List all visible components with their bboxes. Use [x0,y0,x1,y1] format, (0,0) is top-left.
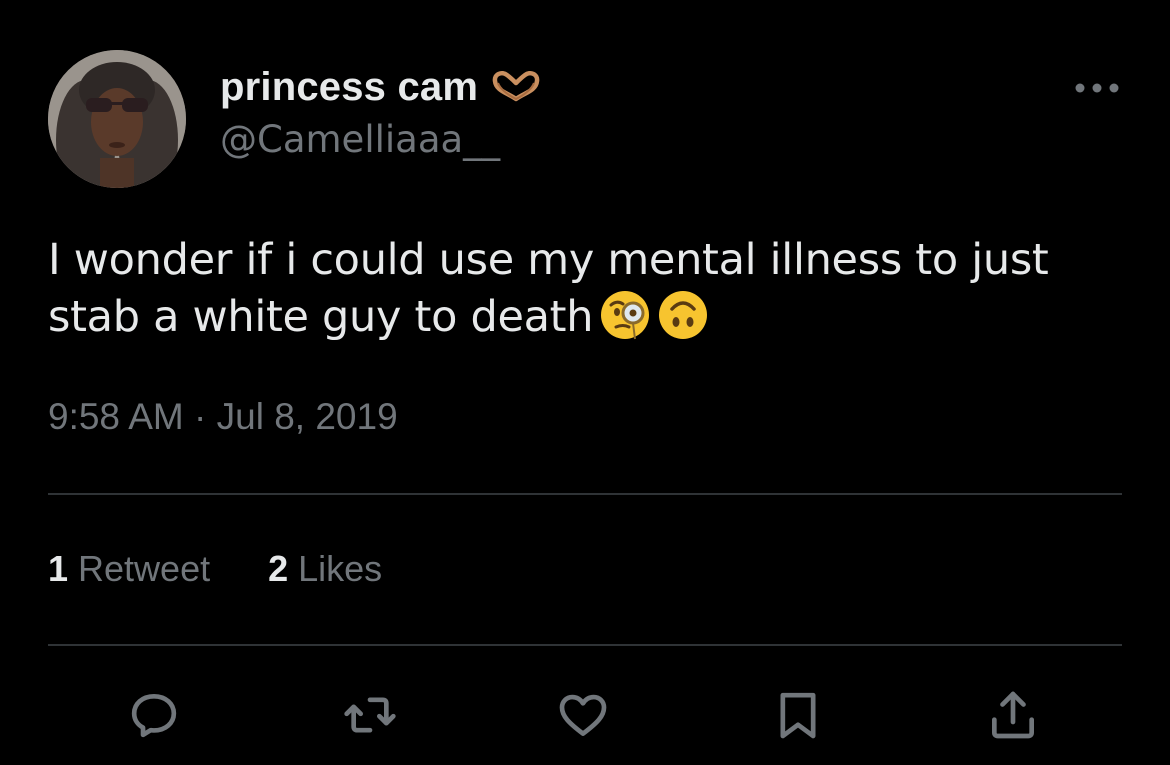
action-bar [0,680,1170,750]
divider [48,493,1122,495]
retweets-stat[interactable]: 1 Retweet [48,548,210,590]
avatar[interactable] [48,50,186,188]
tweet-text-content: I wonder if i could use my mental illnes… [48,235,1049,342]
display-name-row: princess cam [220,62,542,112]
user-handle[interactable]: @Camelliaaa__ [220,118,500,161]
heart-hands-icon [490,69,542,105]
more-options-icon[interactable] [1074,78,1120,98]
tweet-text: I wonder if i could use my mental illnes… [48,232,1128,346]
like-icon[interactable] [548,680,618,750]
display-name[interactable]: princess cam [220,65,478,110]
face-with-monocle-icon [599,289,651,341]
tweet-detail: princess cam @Camelliaaa__ I wonder if i… [0,0,1170,765]
retweet-icon[interactable] [335,680,405,750]
upside-down-face-icon [657,289,709,341]
retweets-count: 1 [48,548,69,589]
reply-icon[interactable] [119,680,189,750]
likes-count: 2 [268,548,289,589]
share-icon[interactable] [978,680,1048,750]
likes-stat[interactable]: 2 Likes [268,548,382,590]
divider [48,644,1122,646]
tweet-timestamp[interactable]: 9:58 AM · Jul 8, 2019 [48,396,398,438]
tweet-stats: 1 Retweet 2 Likes [48,548,440,590]
avatar-image [48,50,186,188]
bookmark-icon[interactable] [763,680,833,750]
likes-label: Likes [298,548,383,589]
retweets-label: Retweet [78,548,211,589]
